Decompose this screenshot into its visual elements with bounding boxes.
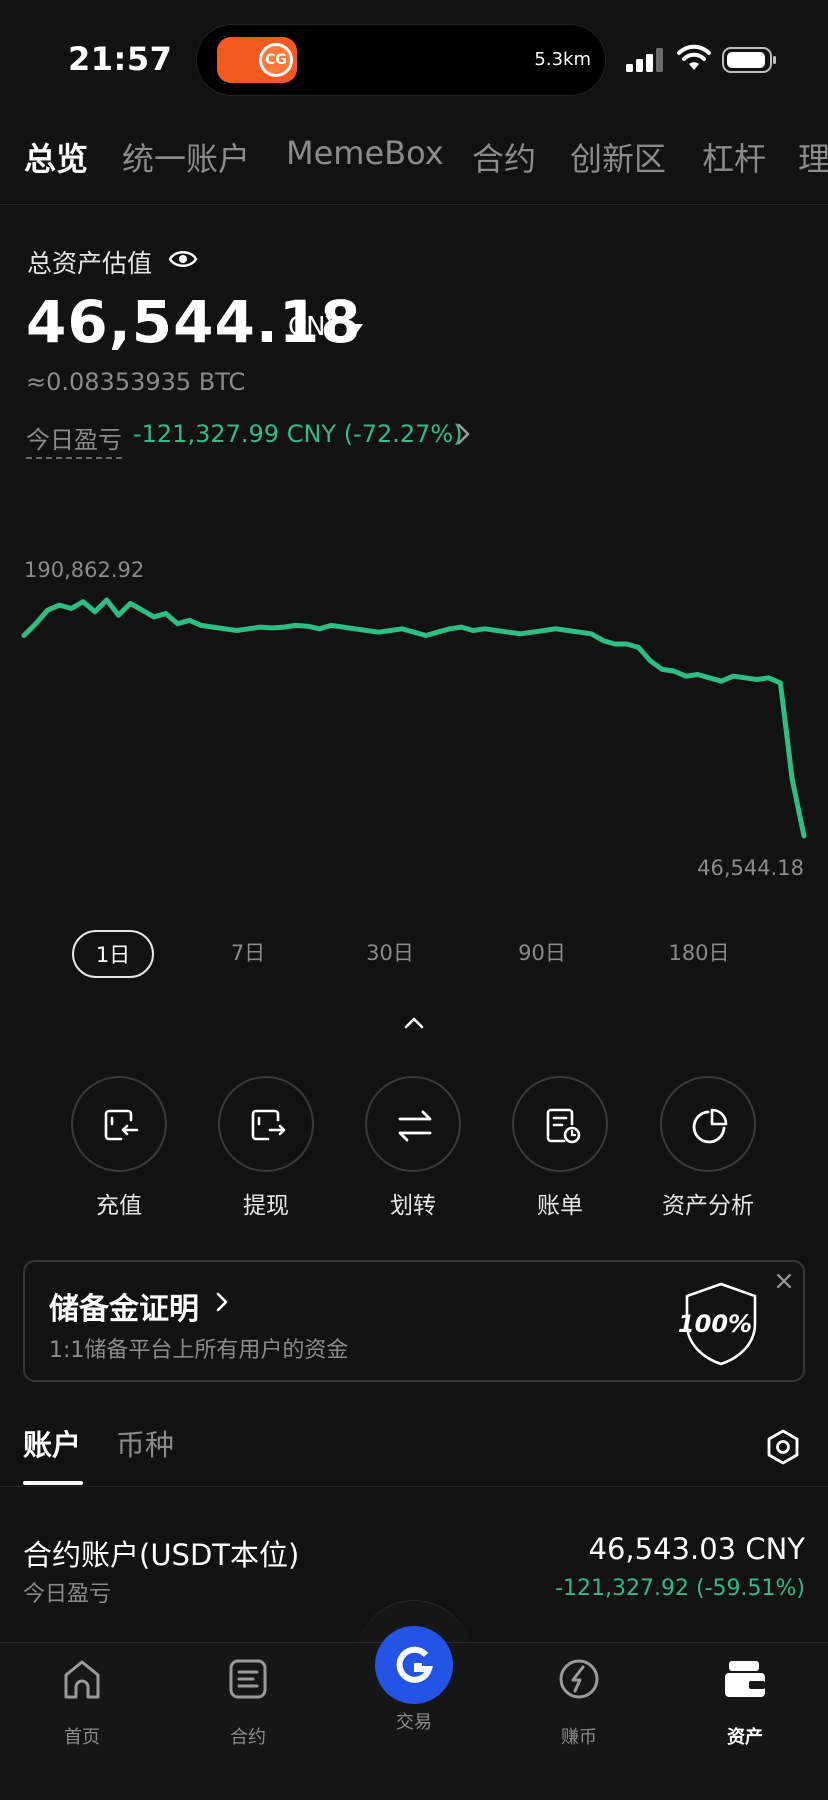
divider <box>0 204 828 205</box>
divider <box>0 1486 828 1487</box>
top-tabs: 总览 统一账户 MemeBox 合约 创新区 杠杆 理 <box>0 128 828 188</box>
asset-analysis-label: 资产分析 <box>662 1193 754 1219</box>
withdraw-button[interactable]: 提现 <box>206 1076 326 1219</box>
btc-equivalent: ≈0.08353935 BTC <box>26 368 246 396</box>
transfer-icon <box>398 1110 432 1142</box>
nav-futures-label: 合约 <box>230 1727 266 1748</box>
tab-overview[interactable]: 总览 <box>24 134 88 180</box>
earn-icon <box>559 1659 599 1699</box>
asset-analysis-button[interactable]: 资产分析 <box>648 1076 768 1219</box>
asset-line-chart <box>21 597 807 839</box>
nav-assets[interactable]: 资产 <box>685 1657 805 1757</box>
deposit-icon <box>104 1109 139 1141</box>
today-pnl-value[interactable]: -121,327.99 CNY (-72.27%) <box>133 420 463 448</box>
account-value: 46,543.03 CNY <box>588 1532 805 1566</box>
eye-icon[interactable] <box>168 248 198 270</box>
nav-earn[interactable]: 赚币 <box>519 1657 639 1757</box>
nav-home[interactable]: 首页 <box>22 1657 142 1757</box>
shield-100-icon: 100% <box>678 1282 757 1366</box>
reserve-subtitle: 1:1储备平台上所有用户的资金 <box>49 1338 349 1363</box>
island-badge: CG <box>259 43 293 77</box>
settings-icon[interactable] <box>764 1428 802 1466</box>
chart-series-line <box>21 597 807 839</box>
status-time: 21:57 <box>68 40 173 78</box>
currency-selector[interactable]: CNY <box>288 312 342 342</box>
bill-circle <box>512 1076 608 1172</box>
account-pnl: -121,327.92 (-59.51%) <box>555 1576 805 1601</box>
range-tab-1d[interactable]: 1日 <box>72 930 154 978</box>
futures-icon <box>229 1659 267 1699</box>
nav-home-label: 首页 <box>64 1727 100 1748</box>
tab-memebox[interactable]: MemeBox <box>286 134 444 172</box>
deposit-button[interactable]: 充值 <box>59 1076 179 1219</box>
bill-label: 账单 <box>537 1193 583 1219</box>
nav-earn-label: 赚币 <box>561 1727 597 1748</box>
caret-down-icon[interactable] <box>349 324 363 334</box>
chart-max-label: 190,862.92 <box>24 558 145 582</box>
chevron-right-icon <box>216 1292 228 1312</box>
transfer-button[interactable]: 划转 <box>353 1076 473 1219</box>
deposit-circle <box>71 1076 167 1172</box>
island-distance: 5.3km <box>534 49 591 70</box>
tab-accounts[interactable]: 账户 <box>23 1422 81 1464</box>
nav-futures[interactable]: 合约 <box>188 1657 308 1757</box>
transfer-circle <box>365 1076 461 1172</box>
chevron-up-icon[interactable] <box>403 1016 425 1030</box>
proof-of-reserves-card[interactable]: 储备金证明 1:1储备平台上所有用户的资金 100% <box>23 1260 805 1382</box>
chart-min-label: 46,544.18 <box>697 856 804 880</box>
svg-text:100%: 100% <box>678 1310 752 1338</box>
account-subtitle: 今日盈亏 <box>23 1582 112 1607</box>
app-logo-icon: CG <box>217 37 297 83</box>
bill-button[interactable]: 账单 <box>500 1076 620 1219</box>
trade-logo-icon <box>396 1646 434 1683</box>
reserve-title: 储备金证明 <box>49 1292 199 1327</box>
range-tabs: 1日 7日 30日 90日 180日 <box>0 930 828 980</box>
asset-label: 总资产估值 <box>27 249 153 278</box>
withdraw-icon <box>251 1109 286 1141</box>
withdraw-label: 提现 <box>243 1193 289 1219</box>
range-tab-90d[interactable]: 90日 <box>502 930 582 978</box>
range-tab-7d[interactable]: 7日 <box>208 930 288 978</box>
active-tab-indicator <box>23 1481 83 1485</box>
tab-futures[interactable]: 合约 <box>472 134 536 180</box>
tab-margin[interactable]: 杠杆 <box>702 134 766 180</box>
signal-icon <box>626 48 663 72</box>
nav-trade-label: 交易 <box>396 1712 432 1733</box>
transfer-label: 划转 <box>390 1193 436 1219</box>
battery-icon <box>722 47 776 73</box>
account-title: 合约账户(USDT本位) <box>23 1538 300 1572</box>
trade-button[interactable] <box>375 1626 453 1704</box>
wallet-icon <box>725 1661 765 1697</box>
tab-innovation[interactable]: 创新区 <box>570 134 666 180</box>
home-icon <box>64 1660 100 1699</box>
range-tab-30d[interactable]: 30日 <box>350 930 430 978</box>
today-pnl-label[interactable]: 今日盈亏 <box>26 420 122 459</box>
chevron-right-icon[interactable] <box>456 422 472 446</box>
close-icon[interactable] <box>775 1272 793 1290</box>
pie-chart-icon <box>692 1108 728 1144</box>
dynamic-island[interactable]: CG 5.3km <box>196 24 606 96</box>
wifi-icon <box>677 44 711 70</box>
tab-unified-account[interactable]: 统一账户 <box>122 134 250 180</box>
status-bar: 21:57 CG 5.3km <box>0 0 828 110</box>
tab-finance[interactable]: 理 <box>798 134 828 180</box>
nav-assets-label: 资产 <box>727 1727 763 1748</box>
range-tab-180d[interactable]: 180日 <box>654 930 744 978</box>
bill-icon <box>546 1108 581 1144</box>
asset-analysis-circle <box>660 1076 756 1172</box>
deposit-label: 充值 <box>96 1193 142 1219</box>
withdraw-circle <box>218 1076 314 1172</box>
tab-coins[interactable]: 币种 <box>116 1422 174 1464</box>
